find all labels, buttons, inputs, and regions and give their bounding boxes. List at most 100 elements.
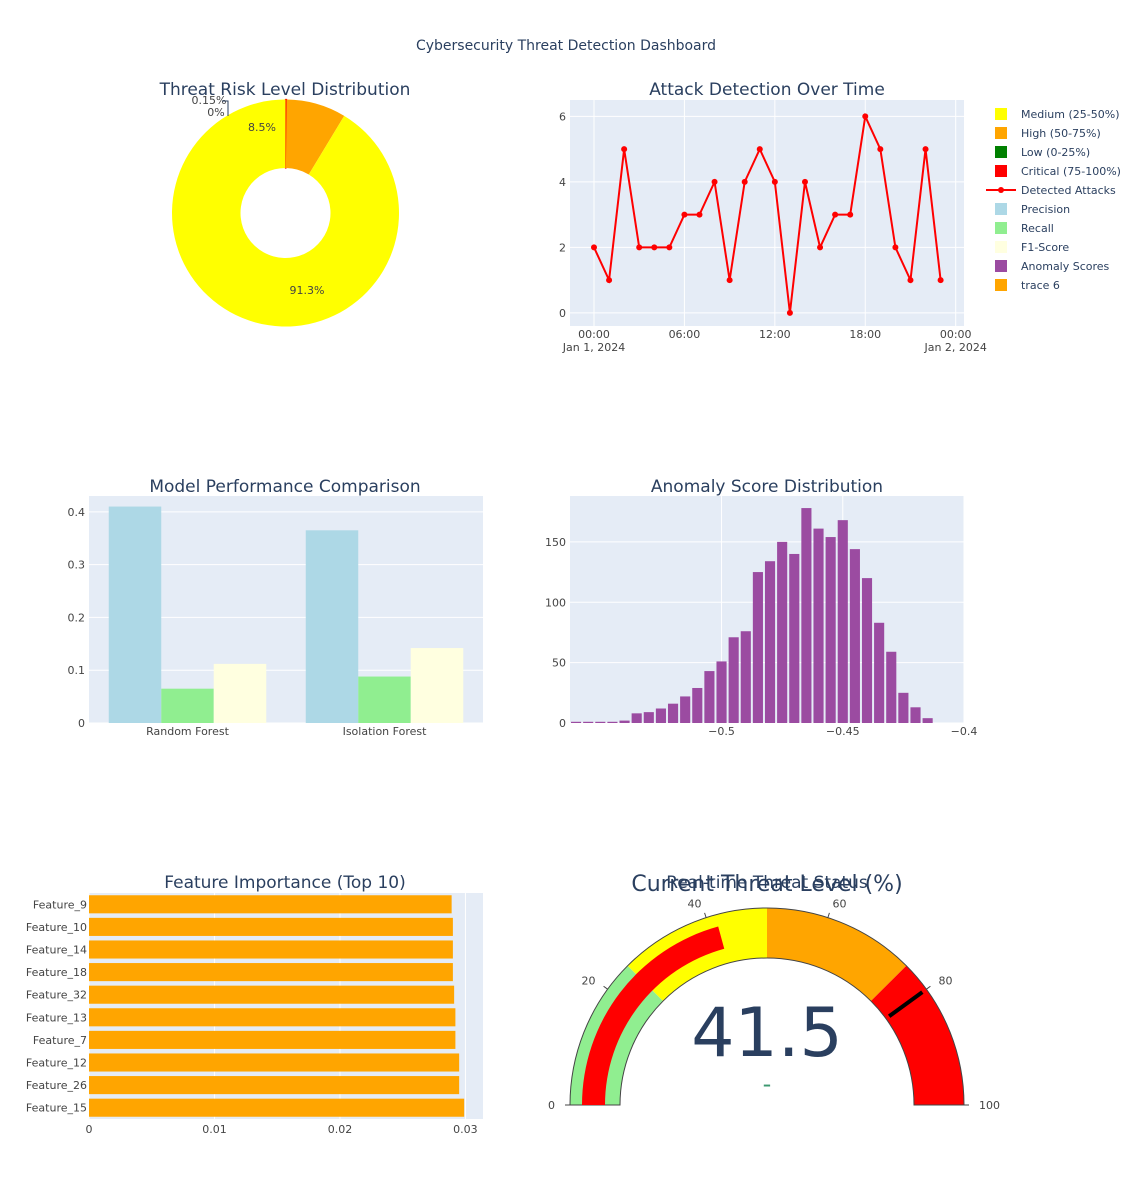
hbar-bar xyxy=(89,985,455,1004)
hist-ytick-label: 0 xyxy=(559,717,566,730)
line-point xyxy=(636,244,643,251)
hbar-ytick-label: Feature_9 xyxy=(33,898,87,911)
legend-line-marker xyxy=(998,187,1004,193)
legend-item-label: Medium (25-50%) xyxy=(1021,108,1119,121)
hist-bar xyxy=(886,651,897,723)
hist-bar xyxy=(655,708,666,723)
legend-swatch xyxy=(995,165,1007,177)
hist-bar xyxy=(801,508,812,723)
gauge-tick xyxy=(926,985,931,990)
hist-bar xyxy=(680,696,691,723)
legend-item-label: F1-Score xyxy=(1021,241,1069,254)
hist-bar xyxy=(898,692,909,723)
bars-ytick-label: 0.1 xyxy=(68,664,86,677)
legend-swatch xyxy=(995,241,1007,253)
line-point xyxy=(801,178,808,185)
gauge-tick-label: 40 xyxy=(687,897,701,910)
hist-bar xyxy=(667,703,679,723)
bar-recall xyxy=(358,676,411,723)
gauge-tick-label: 60 xyxy=(833,897,847,910)
line-point xyxy=(591,244,597,251)
hbar-bar xyxy=(89,963,453,982)
hist-bar xyxy=(740,631,751,723)
hist-bar xyxy=(837,520,848,723)
hbar-xtick-label: 0.01 xyxy=(202,1123,227,1136)
hist-bar xyxy=(861,578,873,723)
gauge-tick-label: 0 xyxy=(548,1099,555,1112)
line-point xyxy=(681,211,688,218)
bar-f1-score xyxy=(213,663,267,723)
line-ytick-label: 6 xyxy=(559,110,566,123)
hbar-title: Feature Importance (Top 10) xyxy=(164,873,405,893)
legend-swatch xyxy=(995,260,1007,272)
line-point xyxy=(862,113,869,120)
line-point xyxy=(832,211,839,218)
line-point xyxy=(711,178,718,185)
legend-swatch xyxy=(995,108,1007,120)
legend-swatch xyxy=(995,127,1007,139)
hist-bar xyxy=(716,661,727,723)
dashboard-title: Cybersecurity Threat Detection Dashboard xyxy=(416,38,716,54)
gauge-tick-label: 20 xyxy=(581,974,595,987)
bar-f1-score xyxy=(410,648,464,723)
legend-swatch xyxy=(995,146,1007,158)
legend-item-label: Detected Attacks xyxy=(1021,184,1116,197)
gauge-tick xyxy=(704,912,707,918)
hbar-ytick-label: Feature_32 xyxy=(26,989,87,1002)
gauge-title: Current Threat Level (%) xyxy=(631,872,902,897)
line-ytick-label: 4 xyxy=(559,176,566,189)
legend-swatch xyxy=(995,279,1007,291)
line-point xyxy=(651,244,658,251)
hist-bar xyxy=(583,721,594,723)
gauge-value: 41.5 xyxy=(691,994,842,1073)
line-point xyxy=(726,277,733,284)
line-point xyxy=(606,277,613,284)
hist-bar xyxy=(752,572,763,723)
line-xtick-label: 00:00 xyxy=(578,328,610,341)
hist-bar xyxy=(631,713,642,723)
legend-item-label: Precision xyxy=(1021,203,1070,216)
line-point xyxy=(847,211,854,218)
hist-bar xyxy=(813,528,824,723)
line-point xyxy=(922,146,929,153)
bar-precision xyxy=(108,506,162,723)
hist-bar xyxy=(777,541,788,723)
hist-bar xyxy=(728,637,739,723)
hist-ytick-label: 100 xyxy=(545,596,566,609)
bars-ytick-label: 0.2 xyxy=(68,611,86,624)
line-xtick-label: 12:00 xyxy=(759,328,791,341)
hist-bar xyxy=(704,671,715,723)
line-point xyxy=(937,277,944,284)
hbar-bar xyxy=(89,917,453,936)
hist-xtick-label: −0.4 xyxy=(951,725,978,738)
gauge-tick xyxy=(603,985,608,990)
line-plot-area xyxy=(570,100,964,326)
gauge-tick xyxy=(827,912,830,918)
hist-bar xyxy=(789,553,800,723)
bars-title: Model Performance Comparison xyxy=(149,477,420,497)
hbar-xtick-label: 0.02 xyxy=(328,1123,353,1136)
hbar-ytick-label: Feature_13 xyxy=(26,1011,87,1024)
hbar-ytick-label: Feature_18 xyxy=(26,966,87,979)
hist-xtick-label: −0.45 xyxy=(826,725,860,738)
legend-swatch xyxy=(995,222,1007,234)
legend-item-label: trace 6 xyxy=(1021,279,1060,292)
legend-item-label: Recall xyxy=(1021,222,1054,235)
line-xtick-label: 18:00 xyxy=(849,328,881,341)
hbar-bar xyxy=(89,895,452,914)
hist-ytick-label: 150 xyxy=(545,536,566,549)
hbar-bar xyxy=(89,1030,456,1049)
line-point xyxy=(907,277,914,284)
hist-bar xyxy=(910,707,921,723)
legend-swatch xyxy=(995,203,1007,215)
bars-ytick-label: 0.4 xyxy=(68,506,86,519)
hbar-ytick-label: Feature_14 xyxy=(26,944,87,957)
line-xtick-label: 00:00 xyxy=(940,328,972,341)
legend-item-label: Critical (75-100%) xyxy=(1021,165,1121,178)
line-ytick-label: 0 xyxy=(559,307,566,320)
dashboard-figure: Cybersecurity Threat Detection Dashboard… xyxy=(26,38,1121,1136)
hist-ytick-label: 50 xyxy=(552,657,566,670)
hbar-ytick-label: Feature_15 xyxy=(26,1102,87,1115)
pie-label-medium: 91.3% xyxy=(290,284,325,297)
dashboard: Cybersecurity Threat Detection Dashboard… xyxy=(0,0,1133,1200)
